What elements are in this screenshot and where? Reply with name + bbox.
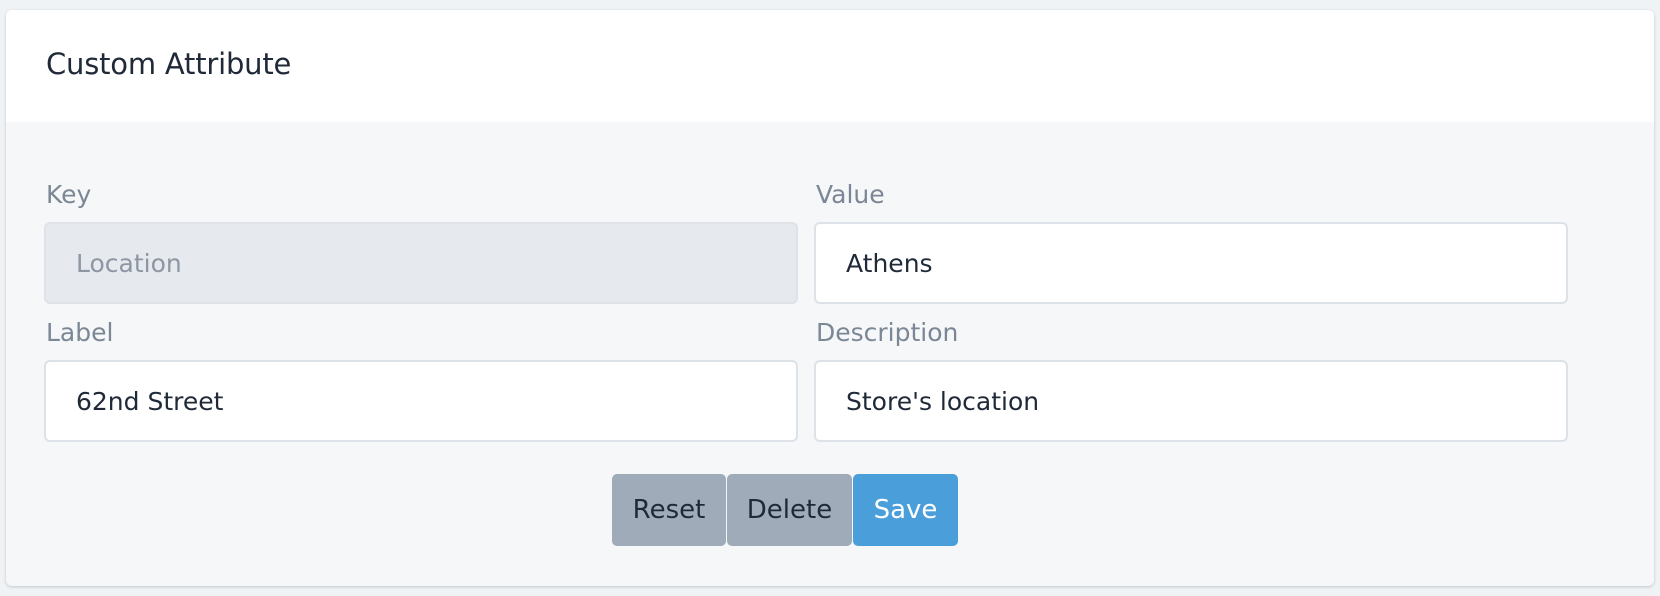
card-header: Custom Attribute: [6, 10, 1654, 122]
description-input[interactable]: [814, 360, 1568, 442]
delete-button[interactable]: Delete: [727, 474, 852, 546]
label-label: Label: [46, 318, 114, 347]
card-title: Custom Attribute: [46, 47, 292, 81]
value-label: Value: [816, 180, 885, 209]
label-input[interactable]: [44, 360, 798, 442]
custom-attribute-card: Custom Attribute Key Value Label Descrip…: [6, 10, 1654, 586]
description-label: Description: [816, 318, 959, 347]
reset-button[interactable]: Reset: [612, 474, 726, 546]
value-input[interactable]: [814, 222, 1568, 304]
key-input[interactable]: [44, 222, 798, 304]
save-button[interactable]: Save: [853, 474, 958, 546]
key-label: Key: [46, 180, 92, 209]
